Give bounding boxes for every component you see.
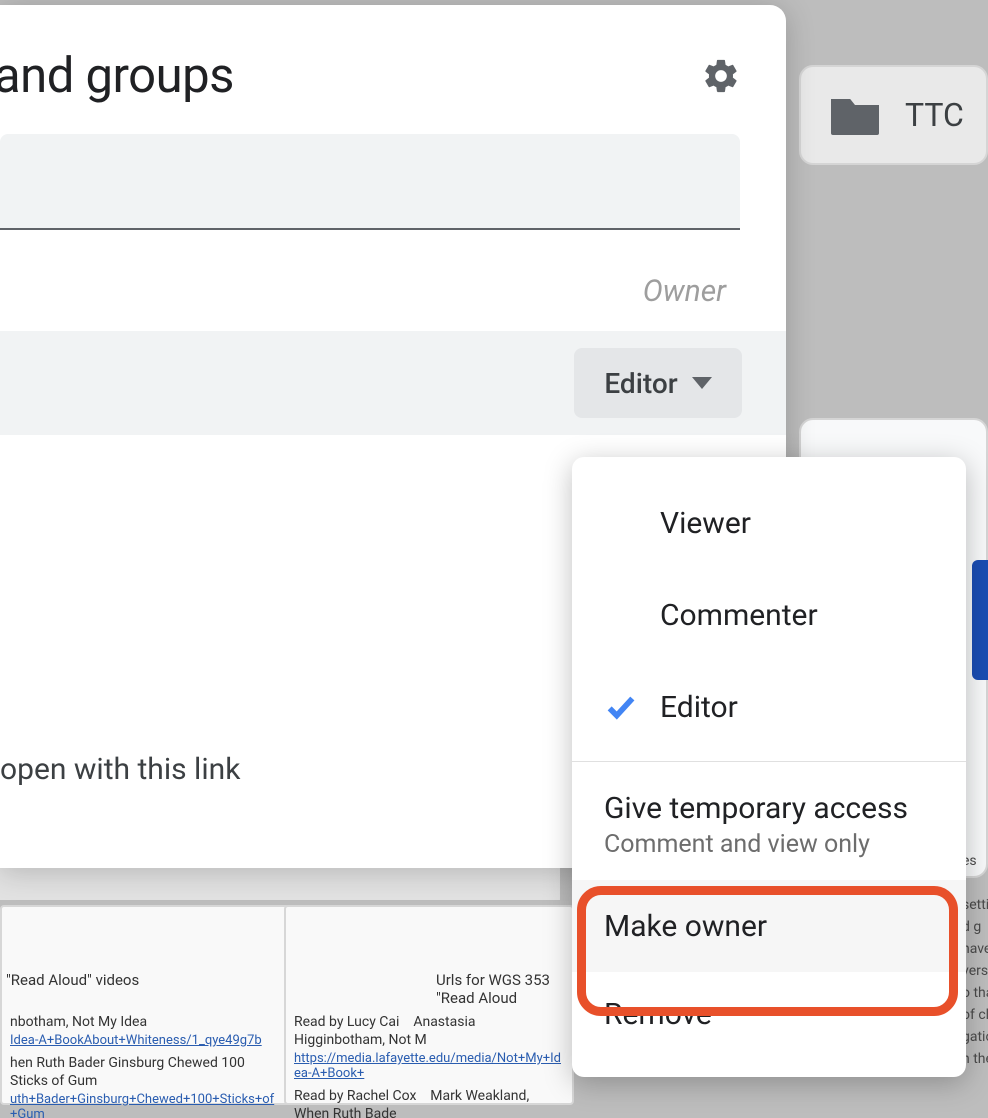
background-folder-chip: TTC	[799, 65, 988, 165]
menu-divider	[572, 761, 966, 762]
background-blue-tab	[972, 560, 988, 680]
folder-label: TTC	[905, 96, 964, 134]
background-doc-thumb-b: Urls for WGS 353 "Read Aloud Read by Luc…	[284, 905, 574, 1105]
people-input[interactable]	[0, 134, 740, 230]
collaborator-row: Editor	[0, 331, 786, 435]
dialog-title: and groups	[0, 47, 234, 104]
gear-icon	[701, 56, 741, 96]
menu-item-editor[interactable]: Editor	[572, 661, 966, 753]
menu-item-temporary-access[interactable]: Give temporary access Comment and view o…	[572, 770, 966, 880]
menu-item-remove[interactable]: Remove	[572, 972, 966, 1057]
role-dropdown-button[interactable]: Editor	[574, 348, 742, 418]
folder-icon	[831, 95, 879, 135]
role-menu: Viewer Commenter Editor Give temporary a…	[572, 457, 966, 1077]
background-doc-thumb-a: "Read Aloud" videos nbotham, Not My Idea…	[0, 905, 290, 1105]
chevron-down-icon	[692, 377, 712, 389]
owner-label: Owner	[0, 230, 786, 309]
menu-item-make-owner[interactable]: Make owner	[572, 880, 966, 972]
role-dropdown-label: Editor	[604, 367, 677, 400]
settings-button[interactable]	[696, 51, 746, 101]
menu-item-commenter[interactable]: Commenter	[572, 569, 966, 661]
menu-item-viewer[interactable]: Viewer	[572, 477, 966, 569]
check-icon	[604, 690, 638, 724]
background-strip-2	[0, 868, 560, 900]
link-description: open with this link	[0, 752, 240, 787]
